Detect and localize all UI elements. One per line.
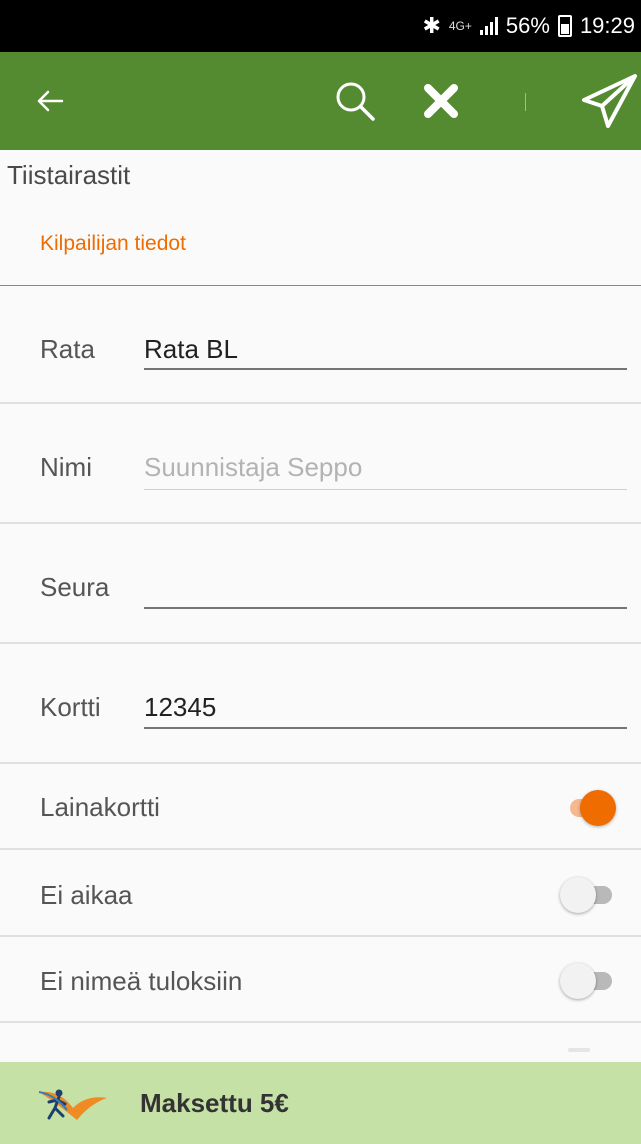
arrow-left-icon xyxy=(37,90,64,112)
loan-card-label: Lainakortti xyxy=(40,792,160,822)
status-icons: ✱ 4G+ 56% 19:29 xyxy=(422,0,635,52)
search-button[interactable] xyxy=(330,52,380,150)
clear-button[interactable] xyxy=(415,52,467,150)
section-divider xyxy=(0,285,641,286)
name-field-underline xyxy=(144,489,627,490)
name-label: Nimi xyxy=(40,452,92,482)
network-type: 4G+ xyxy=(448,19,472,33)
no-name-in-results-label: Ei nimeä tuloksiin xyxy=(40,966,243,996)
card-field[interactable]: 12345 xyxy=(144,692,216,723)
no-name-in-results-switch[interactable] xyxy=(560,960,616,1000)
signal-icon xyxy=(479,17,498,35)
row-divider xyxy=(0,935,641,937)
switch-thumb xyxy=(560,963,596,999)
loan-card-switch[interactable] xyxy=(560,787,616,827)
course-field-underline xyxy=(144,368,627,370)
runner-logo-icon xyxy=(38,1089,107,1120)
section-header: Kilpailijan tiedot xyxy=(40,232,186,255)
battery-percent: 56% xyxy=(505,13,550,38)
course-field[interactable]: Rata BL xyxy=(144,334,238,365)
back-button[interactable] xyxy=(30,52,70,150)
switch-thumb xyxy=(560,877,596,913)
no-time-switch[interactable] xyxy=(560,874,616,914)
switch-thumb xyxy=(580,790,616,826)
row-divider xyxy=(0,642,641,644)
card-field-underline xyxy=(144,727,627,729)
club-label: Seura xyxy=(40,572,110,602)
row-divider xyxy=(0,522,641,524)
payment-status: Maksettu 5€ xyxy=(140,1087,289,1118)
app-bar xyxy=(0,52,641,150)
row-divider xyxy=(0,848,641,850)
course-label: Rata xyxy=(40,334,95,364)
send-button[interactable] xyxy=(578,52,640,150)
close-icon xyxy=(424,84,458,118)
status-bar: ✱ 4G+ 56% 19:29 xyxy=(0,0,641,52)
search-icon xyxy=(336,82,375,121)
screen-title: Tiistairastit xyxy=(7,160,131,190)
row-divider xyxy=(0,402,641,404)
battery-icon xyxy=(557,15,572,37)
clock: 19:29 xyxy=(579,13,635,38)
payment-bar[interactable]: Maksettu 5€ xyxy=(0,1062,641,1144)
partial-switch xyxy=(568,1048,590,1052)
bluetooth-icon: ✱ xyxy=(422,13,441,38)
paper-plane-icon xyxy=(582,74,637,128)
no-time-label: Ei aikaa xyxy=(40,880,133,910)
row-divider xyxy=(0,762,641,764)
row-divider xyxy=(0,1021,641,1023)
toolbar-divider xyxy=(525,93,526,111)
card-label: Kortti xyxy=(40,692,101,722)
club-field-underline xyxy=(144,607,627,609)
name-field[interactable]: Suunnistaja Seppo xyxy=(144,452,362,483)
